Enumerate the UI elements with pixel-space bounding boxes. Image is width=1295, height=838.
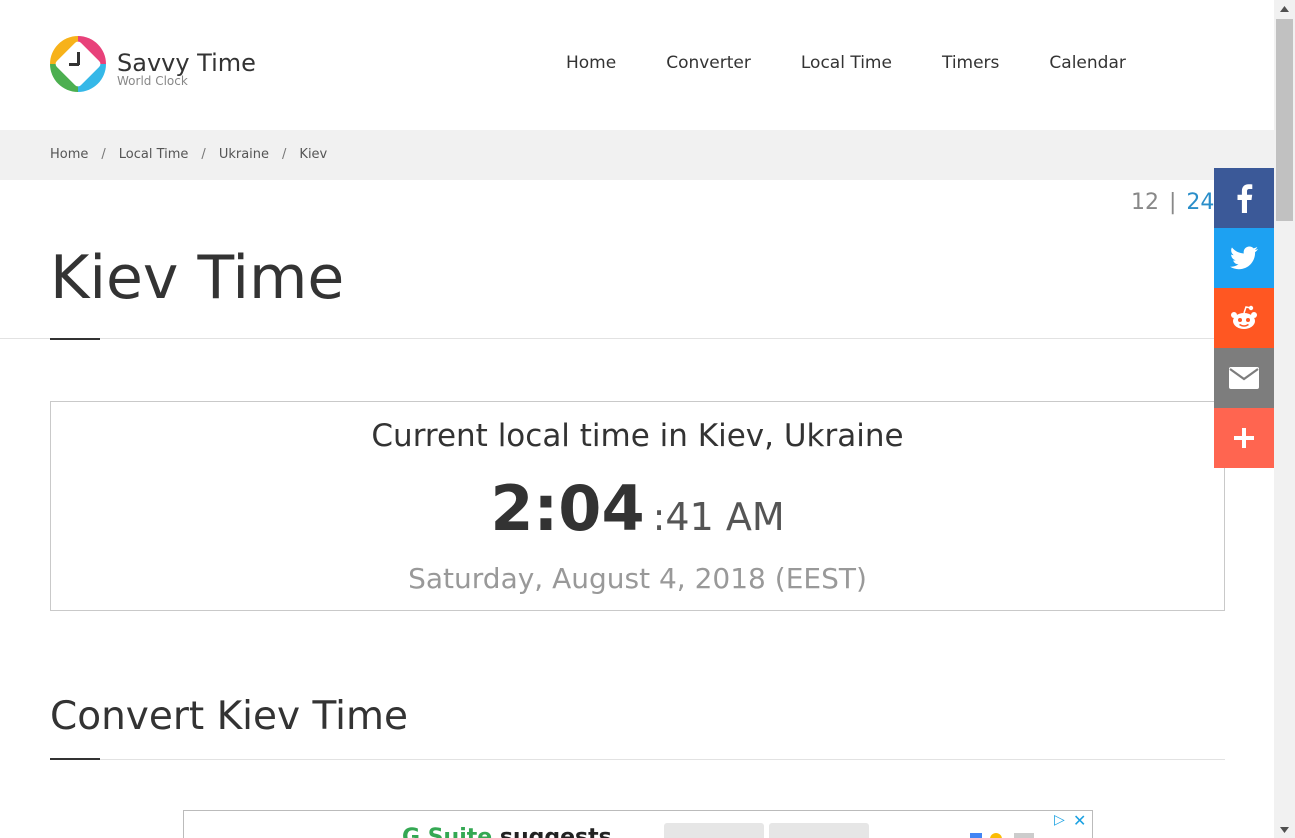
ad-choices-icon[interactable]: ▷ — [1054, 812, 1065, 828]
convert-section-title: Convert Kiev Time — [50, 694, 408, 739]
format-separator: | — [1169, 190, 1177, 215]
breadcrumb-separator: / — [201, 147, 206, 162]
breadcrumb: Home / Local Time / Ukraine / Kiev — [0, 130, 1274, 180]
nav-calendar-link[interactable]: Calendar — [1049, 53, 1125, 73]
breadcrumb-ukraine-link[interactable]: Ukraine — [219, 147, 269, 162]
scroll-down-arrow-icon[interactable] — [1274, 821, 1295, 838]
nav-local-time-link[interactable]: Local Time — [801, 53, 892, 73]
ad-close-icon[interactable]: ✕ — [1073, 811, 1086, 830]
format-12-option[interactable]: 12 — [1131, 190, 1159, 215]
scrollbar-thumb[interactable] — [1276, 19, 1293, 221]
plus-icon — [1234, 428, 1254, 448]
time-display: 2:04:41 AM — [51, 472, 1224, 545]
nav-home-link[interactable]: Home — [566, 53, 616, 73]
more-share-button[interactable] — [1214, 408, 1274, 468]
twitter-share-button[interactable] — [1214, 228, 1274, 288]
ad-image-1[interactable] — [664, 823, 764, 838]
ad-product-icons — [970, 833, 1040, 838]
convert-divider — [50, 759, 1225, 760]
scroll-up-arrow-icon[interactable] — [1274, 0, 1295, 17]
time-date: Saturday, August 4, 2018 (EEST) — [408, 562, 867, 595]
format-24-option[interactable]: 24 — [1186, 190, 1214, 215]
time-heading: Current local time in Kiev, Ukraine — [371, 418, 904, 454]
logo-clock-icon[interactable] — [50, 36, 106, 92]
ad-image-2[interactable] — [769, 823, 869, 838]
site-header: Savvy Time World Clock Home Converter Lo… — [0, 0, 1274, 130]
time-seconds-ampm: :41 AM — [652, 495, 785, 539]
breadcrumb-separator: / — [282, 147, 287, 162]
hour-format-toggle: 12 | 24 — [1131, 190, 1214, 215]
title-divider — [0, 338, 1274, 339]
local-time-box: Current local time in Kiev, Ukraine 2:04… — [50, 401, 1225, 611]
twitter-icon — [1230, 246, 1258, 270]
breadcrumb-local-time-link[interactable]: Local Time — [119, 147, 189, 162]
reddit-icon — [1231, 305, 1257, 329]
time-hours-minutes: 2:04 — [490, 472, 645, 545]
breadcrumb-home-link[interactable]: Home — [50, 147, 88, 162]
logo-hand — [69, 63, 79, 66]
email-share-button[interactable] — [1214, 348, 1274, 408]
convert-underline — [50, 758, 100, 760]
reddit-share-button[interactable] — [1214, 288, 1274, 348]
title-underline — [50, 338, 100, 340]
email-icon — [1229, 367, 1259, 389]
main-nav: Home Converter Local Time Timers Calenda… — [566, 53, 1176, 73]
brand-name[interactable]: Savvy Time — [117, 49, 256, 77]
share-sidebar — [1214, 168, 1274, 468]
page-scrollbar[interactable] — [1274, 0, 1295, 838]
facebook-share-button[interactable] — [1214, 168, 1274, 228]
nav-converter-link[interactable]: Converter — [666, 53, 751, 73]
ad-banner[interactable]: G Suite suggests ▷ ✕ — [183, 810, 1093, 838]
ad-text[interactable]: G Suite suggests — [402, 825, 612, 838]
facebook-icon — [1237, 184, 1253, 213]
brand-tagline: World Clock — [117, 74, 188, 88]
page-title: Kiev Time — [50, 243, 345, 313]
breadcrumb-separator: / — [101, 147, 106, 162]
nav-timers-link[interactable]: Timers — [942, 53, 999, 73]
breadcrumb-current: Kiev — [299, 147, 328, 162]
